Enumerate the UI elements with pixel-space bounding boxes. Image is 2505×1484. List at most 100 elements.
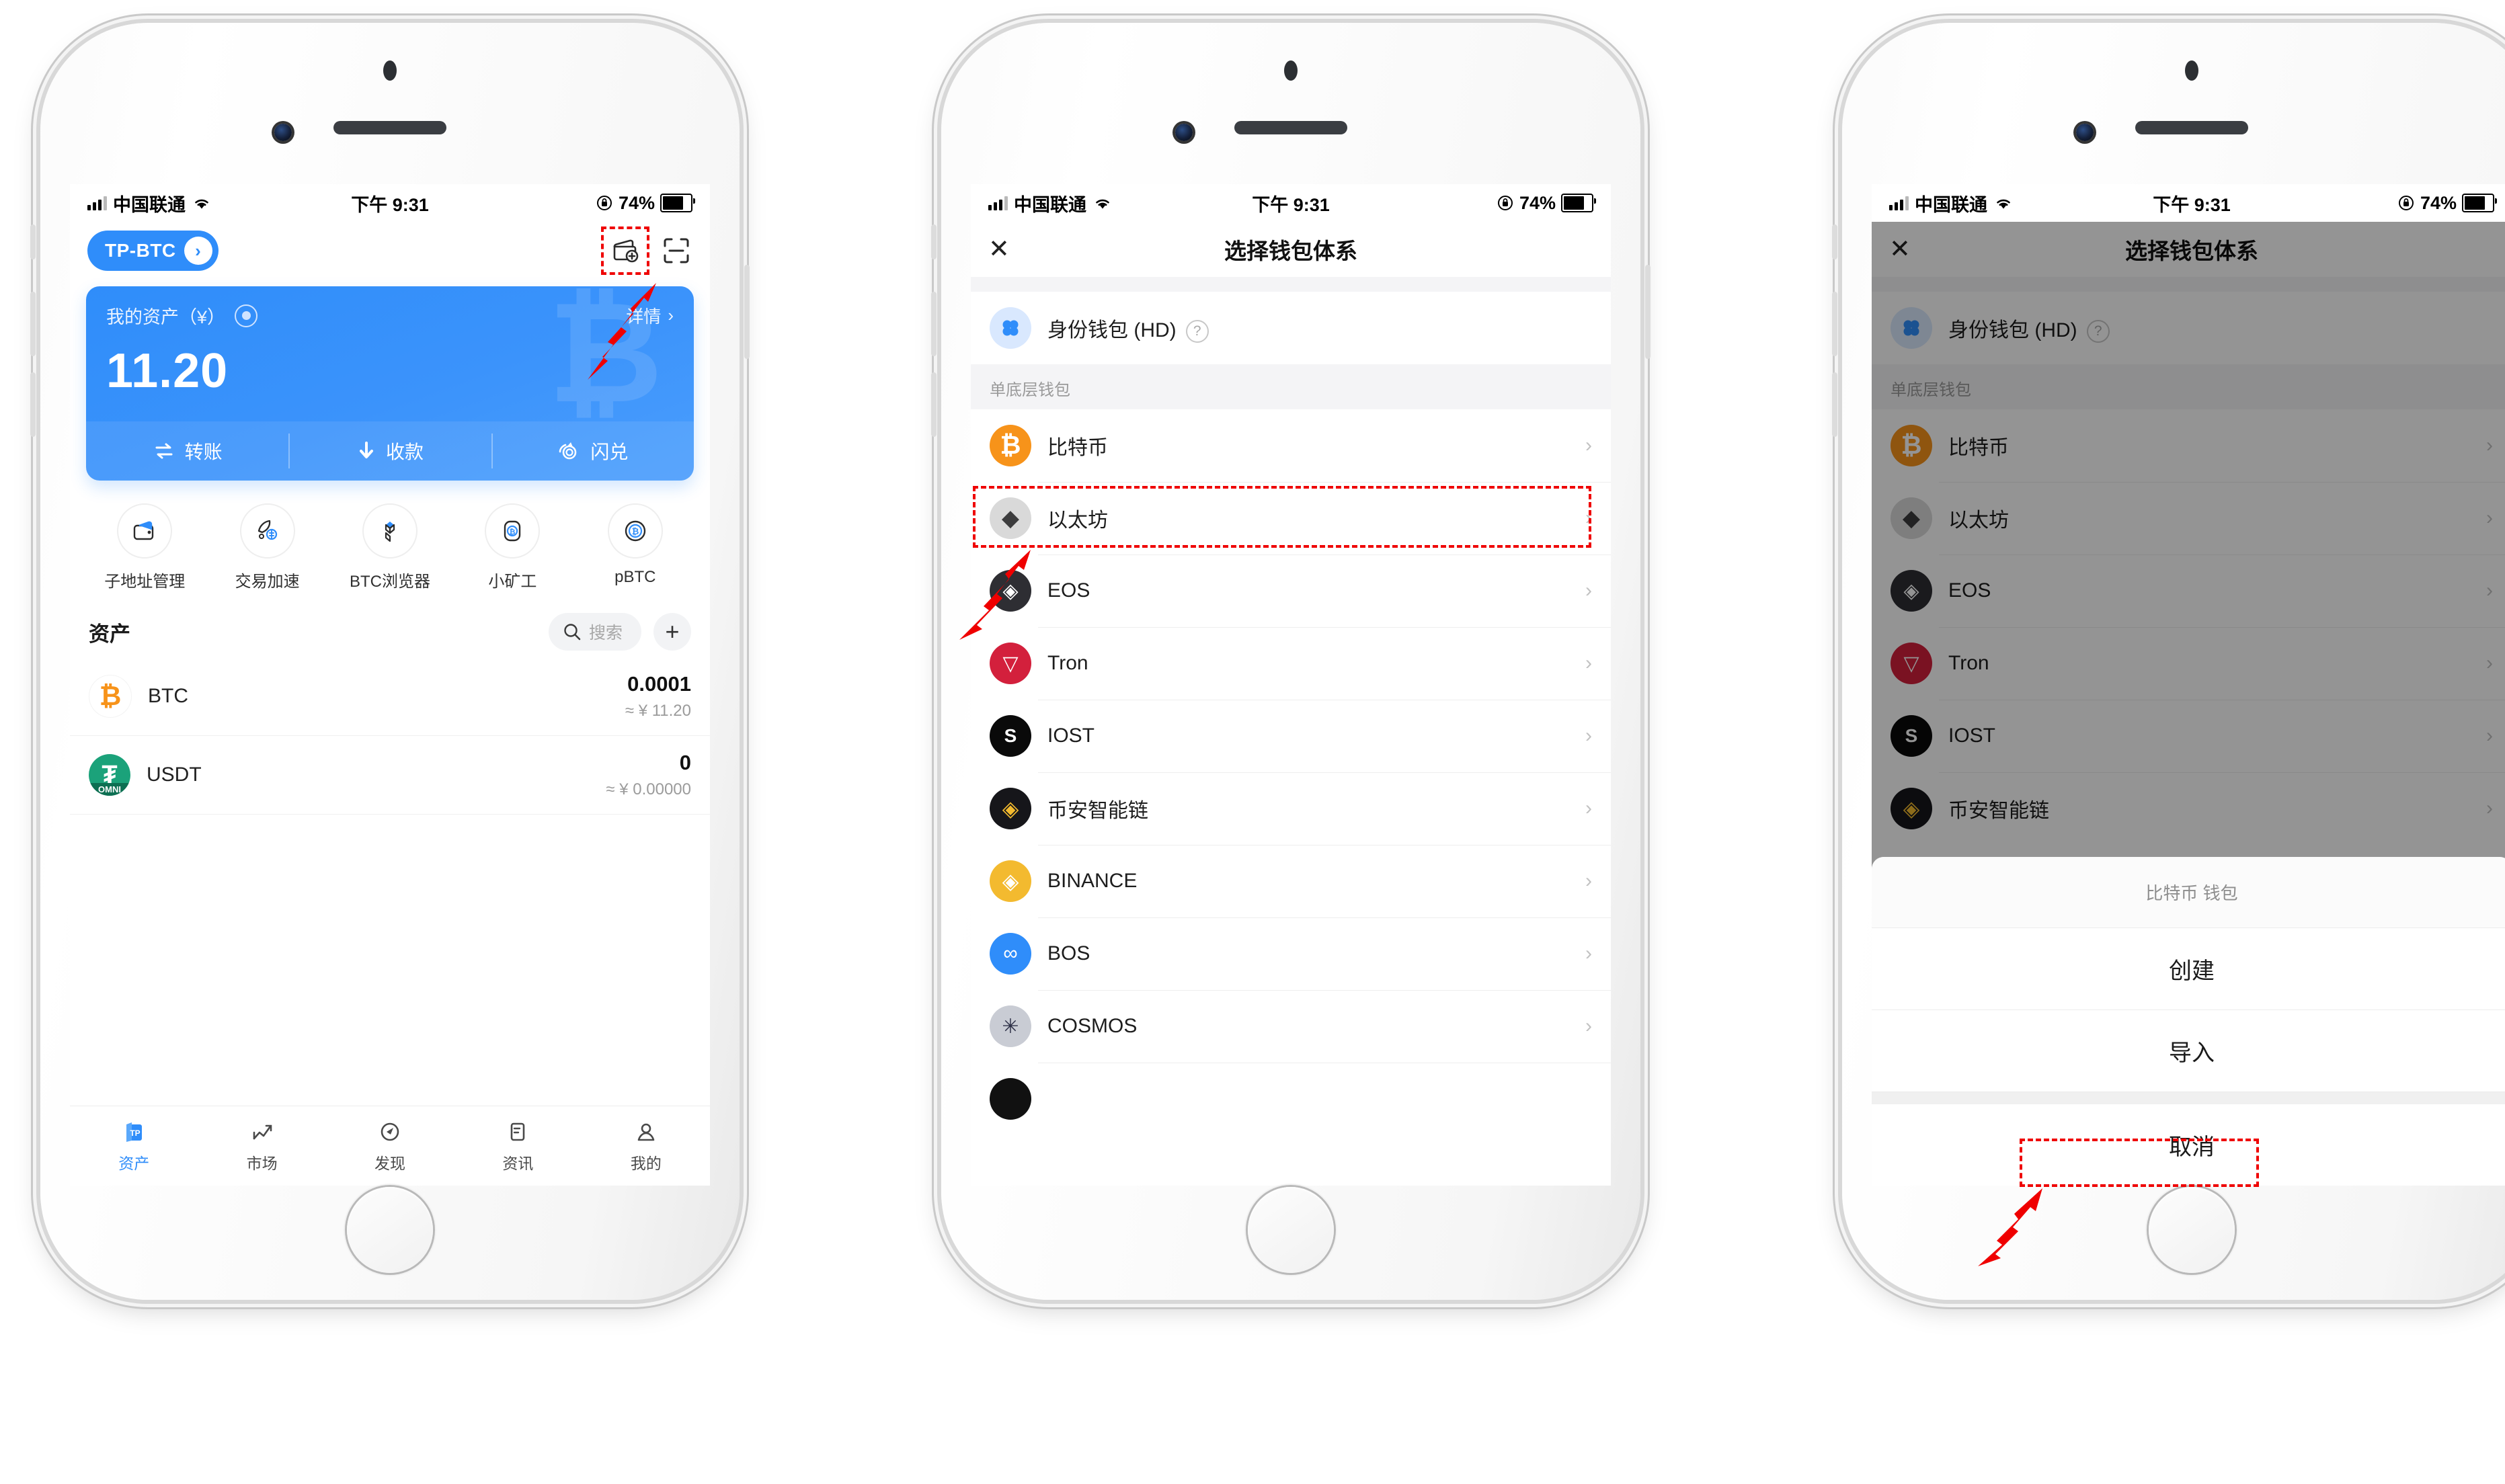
status-bar-right: 74% [1497,193,1596,214]
chain-row-cosmos[interactable]: ✳ COSMOS › [971,990,1611,1063]
tab-assets[interactable]: TP 资产 [70,1106,198,1186]
create-wallet-button[interactable]: 创建 [1872,928,2505,1010]
asset-row[interactable]: ₮ OMNI USDT 0 ≈ ¥ 0.00000 [70,736,710,815]
assets-title: 资产 [89,622,130,646]
scan-icon[interactable] [660,235,692,267]
chain-row-partial[interactable] [971,1063,1611,1135]
binance-icon: ◈ [990,860,1031,902]
power-button[interactable] [744,265,750,359]
bsc-icon: ◈ [990,788,1031,829]
phone-3-screen: 中国联通 下午 9:31 74% ✕ 选择钱包体系 身份钱包 (HD) ? 单底… [1872,184,2505,1186]
tab-discover[interactable]: 发现 [326,1106,454,1186]
eye-toggle-icon[interactable] [235,304,258,327]
home-button[interactable] [1248,1187,1334,1273]
tp-wallet-icon: TP [126,1122,143,1142]
coin-glyph: ◈ [1002,796,1019,821]
feature-tx-accelerate[interactable]: 交易加速 [206,503,328,591]
mute-switch[interactable] [1832,224,1837,259]
home-button[interactable] [2149,1187,2235,1273]
chain-row-tron[interactable]: ▽ Tron › [971,627,1611,700]
flash-swap-icon [559,442,577,460]
chain-row-bos[interactable]: ∞ BOS › [971,917,1611,990]
mute-switch[interactable] [931,224,937,259]
wallet-selector-chip[interactable]: TP-BTC › [87,231,218,271]
mute-switch[interactable] [30,224,36,259]
rotation-lock-icon [596,196,612,210]
chain-label: 以太坊 [1047,509,1108,532]
volume-down-button[interactable] [1832,372,1837,437]
status-bar: 中国联通 下午 9:31 74% [70,184,710,222]
receive-icon [359,442,373,458]
power-button[interactable] [1645,265,1651,359]
transfer-icon [155,443,173,459]
coin-glyph: ◈ [1002,869,1019,893]
chain-row-binance[interactable]: ◈ BINANCE › [971,845,1611,917]
phone-3-frame: 中国联通 下午 9:31 74% ✕ 选择钱包体系 身份钱包 (HD) ? 单底… [1832,23,2505,1300]
chevron-right-icon: › [1585,652,1592,674]
balance-amount: 11.20 [106,344,229,398]
feature-sub-address[interactable]: 子地址管理 [83,503,206,591]
wallet-name-label: TP-BTC [105,240,176,261]
tab-label: 市场 [246,1155,278,1172]
transfer-button[interactable]: 转账 [86,421,288,481]
page-title: 选择钱包体系 [1224,239,1357,263]
flash-swap-button[interactable]: 闪兑 [491,421,694,481]
chain-row-bitcoin[interactable]: ₿ 比特币 › [971,409,1611,482]
search-input[interactable]: 搜索 [548,613,641,651]
chain-row-ethereum[interactable]: ◆ 以太坊 › [971,482,1611,554]
tab-news[interactable]: 资讯 [454,1106,582,1186]
tab-market[interactable]: 市场 [198,1106,325,1186]
feature-label: pBTC [614,568,656,586]
status-bar: 中国联通 下午 9:31 74% [1872,184,2505,222]
volume-up-button[interactable] [1832,292,1837,356]
cancel-button[interactable]: 取消 [1872,1104,2505,1186]
assets-header: 资产 搜索 + [70,601,710,657]
chevron-right-icon: › [1585,870,1592,892]
tab-profile[interactable]: 我的 [582,1106,710,1186]
feature-miner[interactable]: ₿ 小矿工 [451,503,573,591]
balance-card-top: 我的资产（¥） 详情 › 11.20 [86,286,694,399]
chain-label: Tron [1047,652,1088,674]
hd-wallet-label: 身份钱包 (HD)? [1047,313,1209,343]
screenshot-stage: 中国联通 下午 9:31 74% TP-BTC › ₿ 我的资产（¥） 详情 ›… [0,0,2505,1484]
volume-up-button[interactable] [30,292,36,356]
asset-values: 0 ≈ ¥ 0.00000 [606,751,691,799]
chevron-right-icon: › [1585,434,1592,456]
chain-label: EOS [1047,579,1090,602]
feature-pbtc[interactable]: ₿ pBTC [574,503,697,591]
svg-text:₿: ₿ [510,528,516,536]
bottom-tab-bar: TP 资产 市场 发现 资讯 我的 [70,1106,710,1186]
section-header: 单底层钱包 [971,364,1611,409]
wallet-card-icon [117,503,173,559]
omni-badge: OMNI [89,783,130,796]
chevron-right-icon: › [668,305,674,325]
volume-down-button[interactable] [931,372,937,437]
home-button[interactable] [347,1187,433,1273]
chevron-right-icon: › [1585,797,1592,819]
battery-icon [2462,194,2497,212]
detail-link[interactable]: 详情 › [626,303,674,328]
chain-row-bsc[interactable]: ◈ 币安智能链 › [971,772,1611,845]
volume-down-button[interactable] [30,372,36,437]
front-camera-icon [2076,124,2094,141]
asset-row[interactable]: ₿ BTC 0.0001 ≈ ¥ 11.20 [70,657,710,736]
chain-row-iost[interactable]: S IOST › [971,700,1611,772]
miner-icon: ₿ [485,503,541,559]
balance-card-actions: 转账 收款 闪兑 [86,421,694,481]
hd-wallet-row[interactable]: 身份钱包 (HD)? [971,292,1611,364]
chevron-right-icon: › [1585,1015,1592,1037]
chain-row-eos[interactable]: ◈ EOS › [971,554,1611,627]
import-wallet-button[interactable]: 导入 [1872,1010,2505,1092]
add-token-button[interactable]: + [653,613,691,651]
add-wallet-icon[interactable] [601,226,649,275]
volume-up-button[interactable] [931,292,937,356]
receive-button[interactable]: 收款 [288,421,491,481]
chevron-right-icon: › [1585,725,1592,747]
action-sheet: 比特币 钱包 创建 导入 取消 [1872,857,2505,1186]
ethereum-icon: ◆ [990,497,1031,539]
feature-btc-explorer[interactable]: BTC浏览器 [329,503,451,591]
status-bar-right: 74% [2397,193,2497,214]
help-icon[interactable]: ? [1185,320,1209,343]
tab-label: 资产 [118,1155,150,1172]
usdt-coin-icon: ₮ OMNI [89,754,130,796]
